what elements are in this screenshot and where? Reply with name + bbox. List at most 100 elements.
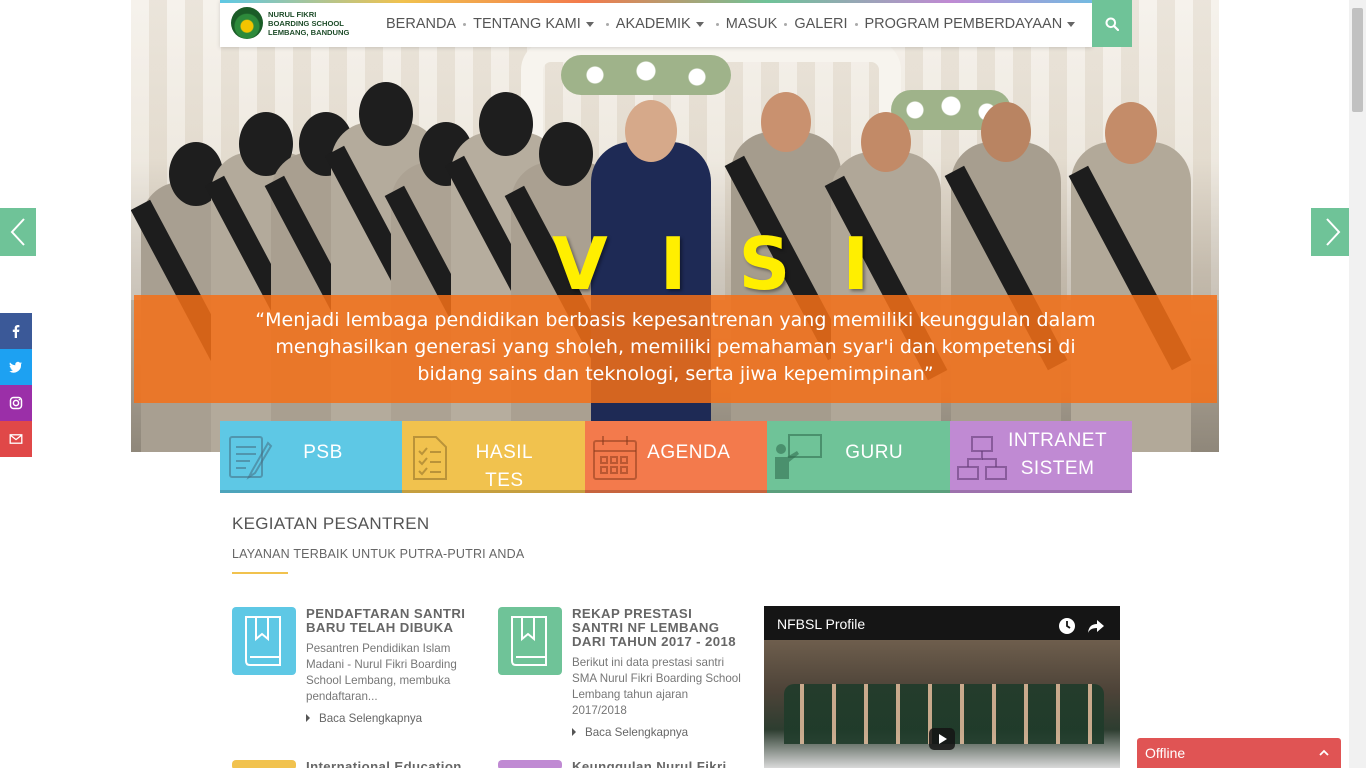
nav-separator [854,22,858,26]
card-title-text: PENDAFTARAN SANTRI BARU TELAH DIBUKA [306,606,466,635]
page: “Menjadi lembaga pendidikan berbasis kep… [0,0,1366,768]
section-underline [232,572,288,574]
logo-text: NURUL FIKRI BOARDING SCHOOL LEMBANG, BAN… [268,10,378,37]
nav-item-label: GALERI [794,16,848,32]
card-icon-box [232,607,296,675]
nav-separator [784,22,788,26]
search-button[interactable] [1092,0,1132,47]
logo-line: BOARDING SCHOOL [268,19,344,28]
news-card: International Education [232,760,482,768]
card-title[interactable]: Keunggulan Nurul Fikri [572,760,747,768]
caret-down-icon [695,21,704,27]
share-icon[interactable] [1087,617,1105,635]
card-icon-box [498,760,562,768]
slider-prev-button[interactable] [0,208,36,256]
main-menu: BERANDA TENTANG KAMI AKADEMIK MASUK GALE… [380,16,1081,32]
video-title[interactable]: NFBSL Profile [777,616,865,632]
card-title[interactable]: PENDAFTARAN SANTRI BARU TELAH DIBUKA [306,607,481,635]
caret-down-icon [585,21,594,27]
calendar-icon [592,436,637,480]
facebook-icon [12,325,20,338]
envelope-icon [9,434,23,444]
email-button[interactable] [0,421,32,457]
twitter-icon [9,361,22,373]
chevron-up-icon [1319,749,1329,756]
chevron-left-icon [10,218,25,246]
twitter-button[interactable] [0,349,32,385]
video-embed[interactable]: NFBSL Profile [764,606,1120,768]
vision-banner: “Menjadi lembaga pendidikan berbasis kep… [134,295,1217,403]
nav-separator [715,22,719,26]
read-more-link[interactable]: Baca Selengkapnya [306,712,422,725]
card-title-text: REKAP PRESTASI SANTRI NF LEMBANG DARI TA… [572,606,736,649]
news-card: REKAP PRESTASI SANTRI NF LEMBANG DARI TA… [498,607,748,747]
nav-item-masuk[interactable]: MASUK [720,16,784,32]
social-share-bar [0,313,32,457]
nav-item-beranda[interactable]: BERANDA [380,16,462,32]
hero-flowers [561,55,731,95]
tile-label: PSB [303,442,343,463]
nav-item-tentang-kami[interactable]: TENTANG KAMI [467,16,600,32]
tile-psb[interactable]: PSB [220,421,403,493]
nav-item-label: AKADEMIK [615,16,691,32]
bookmark-book-icon [245,616,281,666]
watch-later-icon[interactable] [1058,617,1076,635]
navbar-accent-stripe [220,0,1132,3]
logo-line: NURUL FIKRI [268,10,317,19]
tile-label: INTRANET SISTEM [1008,430,1108,479]
card-title-text: International Education [306,759,462,768]
nav-item-galeri[interactable]: GALERI [788,16,853,32]
live-chat-widget[interactable]: Offline [1137,738,1341,768]
vision-text: “Menjadi lembaga pendidikan berbasis kep… [255,309,1096,385]
scrollbar-thumb[interactable] [1352,8,1363,112]
read-more-link[interactable]: Baca Selengkapnya [572,726,688,739]
card-excerpt: Berikut ini data prestasi santri SMA Nur… [572,656,741,717]
section-subtitle: LAYANAN TERBAIK UNTUK PUTRA-PUTRI ANDA [232,547,525,561]
nav-separator [463,22,467,26]
chat-status: Offline [1145,745,1186,761]
card-title[interactable]: International Education [306,760,481,768]
checklist-icon [413,436,448,480]
nav-item-program-pemberdayaan[interactable]: PROGRAM PEMBERDAYAAN [859,16,1082,32]
navbar: NURUL FIKRI BOARDING SCHOOL LEMBANG, BAN… [220,0,1132,47]
tile-label: GURU [845,442,904,463]
logo-line: LEMBANG, BANDUNG [268,28,350,37]
card-title-text: Keunggulan Nurul Fikri [572,759,727,768]
news-card: Keunggulan Nurul Fikri [498,760,748,768]
card-excerpt: Pesantren Pendidikan Islam Madani - Nuru… [306,642,457,703]
section-title: KEGIATAN PESANTREN [232,514,430,533]
nav-item-label: MASUK [725,16,778,32]
search-icon [1105,17,1119,31]
tile-intranet-sistem[interactable]: INTRANET SISTEM [949,421,1132,493]
page-scrollbar[interactable] [1349,0,1366,768]
card-icon-box [498,607,562,675]
nav-item-label: PROGRAM PEMBERDAYAAN [864,16,1063,32]
teacher-icon [775,434,823,479]
nav-item-label: TENTANG KAMI [473,16,581,32]
card-icon-box [232,760,296,768]
instagram-icon [9,396,23,410]
caret-down-icon [1067,21,1076,27]
tile-agenda[interactable]: AGENDA [584,421,768,493]
nav-separator [605,22,609,26]
hero-slider: “Menjadi lembaga pendidikan berbasis kep… [131,0,1219,452]
quick-link-tiles: PSB HASIL TES AGENDA GURU INTRANET SISTE… [220,421,1132,493]
chevron-right-icon [1326,218,1341,246]
play-icon[interactable] [929,726,955,752]
logo-emblem-icon [231,7,263,39]
document-edit-icon [229,436,273,480]
site-logo[interactable]: NURUL FIKRI BOARDING SCHOOL LEMBANG, BAN… [231,7,371,39]
nav-item-label: BERANDA [386,16,457,32]
facebook-button[interactable] [0,313,32,349]
instagram-button[interactable] [0,385,32,421]
tile-label: HASIL TES [475,442,534,491]
vision-heading: VISI [552,222,922,306]
nav-item-akademik[interactable]: AKADEMIK [610,16,710,32]
tile-label: AGENDA [647,442,731,463]
tile-hasil-tes[interactable]: HASIL TES [402,421,585,493]
slider-next-button[interactable] [1311,208,1351,256]
bookmark-book-icon [511,616,547,666]
card-title[interactable]: REKAP PRESTASI SANTRI NF LEMBANG DARI TA… [572,607,747,649]
news-card: PENDAFTARAN SANTRI BARU TELAH DIBUKA Pes… [232,607,482,737]
tile-guru[interactable]: GURU [767,421,950,493]
